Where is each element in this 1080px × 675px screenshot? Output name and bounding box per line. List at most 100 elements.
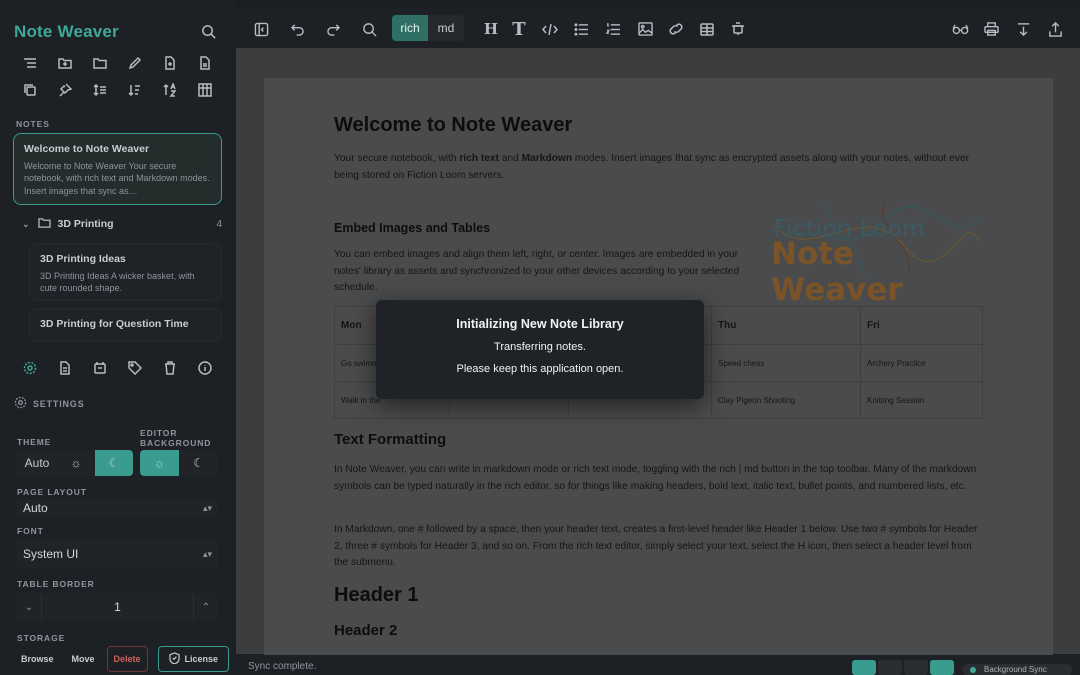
page-layout-select[interactable]: Auto ▴▾ — [17, 499, 218, 517]
embed-paragraph: You can embed images and align them left… — [334, 249, 740, 293]
intro-bold-markdown: Markdown — [521, 153, 573, 164]
theme-label: THEME — [17, 437, 52, 447]
image-icon[interactable] — [634, 18, 656, 40]
layout-toggle-icon[interactable] — [904, 660, 928, 675]
browse-button[interactable]: Browse — [15, 646, 60, 672]
redo-icon[interactable] — [322, 18, 344, 40]
sync-toggle-icon[interactable] — [852, 660, 876, 675]
shield-check-icon — [168, 652, 180, 666]
note-snippet: Welcome to Note Weaver Your secure noteb… — [24, 160, 210, 196]
trash-icon[interactable] — [158, 357, 182, 379]
tag-icon[interactable] — [123, 357, 147, 379]
search-icon[interactable] — [197, 20, 219, 42]
moon-icon[interactable]: ☾ — [95, 450, 133, 476]
folder-icon — [37, 217, 51, 231]
sort-order-icon[interactable] — [88, 79, 112, 101]
note-card-welcome[interactable]: Welcome to Note Weaver Welcome to Note W… — [13, 133, 222, 205]
table-border-stepper: ⌄ 1 ⌃ — [17, 593, 218, 621]
rich-mode-button[interactable]: rich — [392, 15, 428, 41]
info-icon[interactable] — [193, 357, 217, 379]
document-icon[interactable] — [193, 52, 217, 74]
sync-status-dot — [970, 667, 976, 673]
editor-background-label: EDITOR BACKGROUND — [140, 428, 212, 448]
storage-buttons: Browse Move Delete License — [15, 646, 230, 672]
sun-icon[interactable]: ☼ — [140, 450, 179, 476]
lock-icon[interactable] — [930, 660, 954, 675]
move-button[interactable]: Move — [66, 646, 101, 672]
editor-mode-toggle: rich md — [392, 15, 464, 41]
background-sync-badge[interactable]: Background Sync — [962, 664, 1072, 675]
new-note-icon[interactable] — [158, 52, 182, 74]
theme-auto-option[interactable]: Auto — [17, 450, 57, 476]
share-upload-icon[interactable] — [1044, 18, 1066, 40]
download-icon[interactable] — [1012, 18, 1034, 40]
markdown-mode-button[interactable]: md — [428, 15, 464, 41]
note-card-3d-printing-ideas[interactable]: 3D Printing Ideas 3D Printing Ideas A wi… — [29, 243, 222, 301]
sidebar-bottom-tabs — [18, 357, 217, 379]
folder-icon[interactable] — [88, 52, 112, 74]
sort-alpha-icon[interactable] — [158, 79, 182, 101]
heading-icon[interactable]: H — [480, 18, 502, 40]
moon-icon[interactable]: ☾ — [179, 450, 218, 476]
link-icon[interactable] — [665, 18, 687, 40]
table-cell: Clay Pigeon Shooting — [711, 381, 861, 419]
document-title: Welcome to Note Weaver — [334, 114, 573, 136]
table-header-cell: Fri — [860, 306, 983, 345]
chevron-updown-icon: ▴▾ — [202, 548, 212, 559]
sidebar: Note Weaver NOTES Welcome to Note Weaver… — [0, 0, 235, 675]
list-tree-icon[interactable] — [18, 52, 42, 74]
page-layout-label: PAGE LAYOUT — [17, 487, 87, 497]
print-icon[interactable] — [980, 18, 1002, 40]
intro-bold-rich: rich text — [459, 153, 499, 164]
table-border-value[interactable]: 1 — [41, 593, 194, 621]
text-style-icon[interactable]: T — [508, 18, 530, 40]
note-card-3d-printing-question-time[interactable]: 3D Printing for Question Time — [29, 308, 222, 342]
note-snippet: 3D Printing Ideas A wicker basket, with … — [40, 270, 195, 294]
duplicate-icon[interactable] — [18, 79, 42, 101]
preview-glasses-icon[interactable] — [949, 18, 971, 40]
intro-text: Your secure notebook, with — [334, 153, 460, 164]
settings-gear-icon[interactable] — [18, 357, 42, 379]
pin-icon[interactable] — [53, 79, 77, 101]
editor-background-selector: ☼ ☾ — [140, 450, 218, 476]
note-title: 3D Printing for Question Time — [40, 318, 189, 330]
delete-button[interactable]: Delete — [106, 646, 148, 672]
table-cell: Speed chess — [711, 344, 861, 382]
columns-icon[interactable] — [193, 79, 217, 101]
settings-header: SETTINGS — [14, 396, 84, 411]
folder-name: 3D Printing — [57, 218, 114, 230]
bullet-list-icon[interactable] — [570, 18, 592, 40]
note-title: 3D Printing Ideas — [40, 253, 126, 265]
sun-icon[interactable]: ☼ — [57, 450, 95, 476]
numbered-list-icon[interactable] — [602, 18, 624, 40]
dialog-message-2: Please keep this application open. — [456, 363, 624, 375]
clear-format-icon[interactable] — [727, 18, 749, 40]
font-select[interactable]: System UI ▴▾ — [17, 539, 218, 569]
formatting-paragraph-1: In Note Weaver, you can write in markdow… — [334, 464, 977, 492]
dialog-title: Initializing New Note Library — [456, 317, 624, 331]
find-icon[interactable] — [358, 18, 380, 40]
decrement-chevron-icon[interactable]: ⌄ — [17, 602, 41, 613]
license-button[interactable]: License — [157, 646, 230, 672]
sample-header-1: Header 1 — [334, 584, 419, 606]
chevron-down-icon[interactable]: ⌄ — [22, 219, 30, 230]
embedded-logo-image[interactable]: Fiction Loom Note Weaver — [764, 196, 984, 308]
license-label: License — [184, 654, 219, 664]
pencil-icon[interactable] — [123, 52, 147, 74]
new-folder-icon[interactable] — [53, 52, 77, 74]
table-icon[interactable] — [696, 18, 718, 40]
app-title: Note Weaver — [14, 22, 119, 41]
sort-ascending-icon[interactable] — [123, 79, 147, 101]
intro-text: and — [499, 153, 522, 164]
note-icon[interactable] — [53, 357, 77, 379]
undo-icon[interactable] — [286, 18, 308, 40]
table-header-cell: Thu — [711, 306, 861, 345]
toggle-sidebar-icon[interactable] — [250, 18, 272, 40]
archive-icon[interactable] — [88, 357, 112, 379]
document-toggle-icon[interactable] — [878, 660, 902, 675]
font-label: FONT — [17, 526, 44, 536]
increment-chevron-icon[interactable]: ⌃ — [194, 602, 218, 613]
code-icon[interactable] — [539, 18, 561, 40]
settings-label: SETTINGS — [33, 398, 85, 409]
folder-3d-printing[interactable]: ⌄ 3D Printing 4 — [22, 215, 222, 233]
